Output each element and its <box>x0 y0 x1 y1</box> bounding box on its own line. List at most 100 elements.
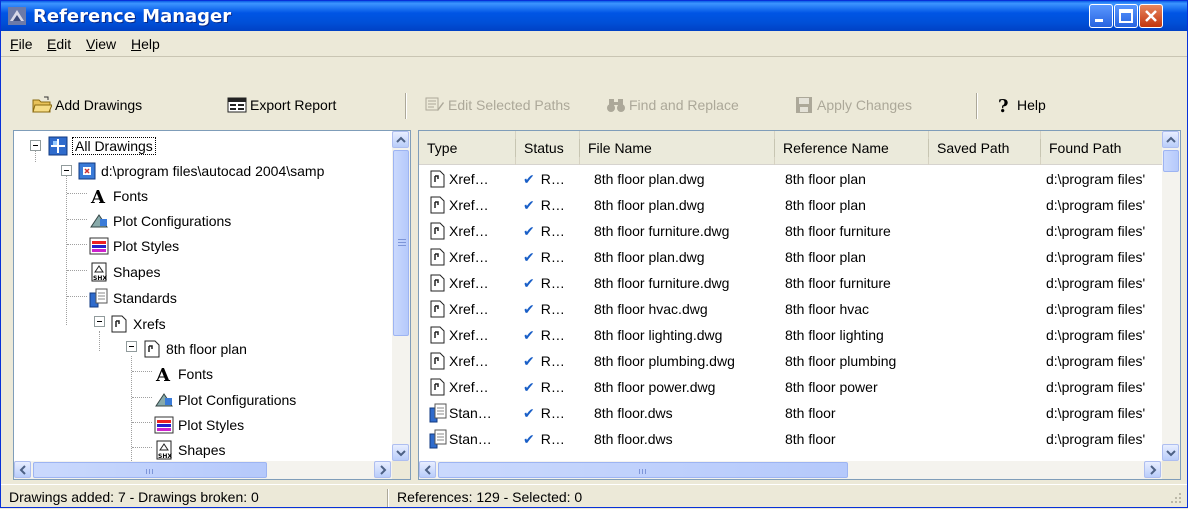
plot-styles-icon <box>154 416 174 433</box>
xref-icon <box>111 315 127 332</box>
pane-splitter[interactable] <box>411 130 418 480</box>
tree-item-plot-configurations[interactable]: Plot Configurations <box>89 208 231 233</box>
table-row[interactable]: Xref… ✔ R… 8th floor hvac.dwg 8th floor hvac… <box>419 296 1164 322</box>
tree-collapse-toggle[interactable] <box>126 341 137 352</box>
scroll-thumb[interactable] <box>33 462 267 478</box>
cell-file-name: 8th floor lighting.dwg <box>594 327 723 343</box>
scroll-down-button[interactable] <box>1162 444 1179 461</box>
menu-view[interactable]: View <box>86 36 116 52</box>
scroll-up-button[interactable] <box>392 131 409 148</box>
xref-icon <box>430 196 445 214</box>
status-bar: Drawings added: 7 - Drawings broken: 0 R… <box>1 484 1187 508</box>
drawings-tree[interactable]: All Drawings d:\program files\autocad 20… <box>13 130 411 480</box>
tree-collapse-toggle[interactable] <box>94 316 105 327</box>
help-button[interactable]: ? Help <box>994 93 1046 117</box>
column-header-status[interactable]: Status <box>516 131 580 165</box>
column-header-type[interactable]: Type <box>419 131 516 165</box>
tree-vertical-scrollbar[interactable] <box>392 131 410 461</box>
cell-file-name: 8th floor hvac.dwg <box>594 301 708 317</box>
tree-item-standards[interactable]: Standards <box>89 285 177 310</box>
scroll-left-button[interactable] <box>14 461 31 478</box>
tree-horizontal-scrollbar[interactable] <box>14 461 392 479</box>
scroll-thumb[interactable] <box>1163 150 1179 172</box>
font-icon: A <box>155 365 171 384</box>
tree-item-xref-plot-styles[interactable]: Plot Styles <box>154 412 244 437</box>
table-row[interactable]: Xref… ✔ R… 8th floor plumbing.dwg 8th floor … <box>419 348 1164 374</box>
menu-edit[interactable]: Edit <box>47 36 71 52</box>
tree-item-xrefs[interactable]: Xrefs <box>109 311 166 336</box>
table-row[interactable]: Xref… ✔ R… 8th floor plan.dwg 8th floor plan… <box>419 192 1164 218</box>
cell-status: ✔ R… <box>523 404 565 422</box>
scroll-down-button[interactable] <box>392 444 409 461</box>
apply-changes-button[interactable]: Apply Changes <box>794 93 912 117</box>
cell-type: Stan… <box>429 400 515 426</box>
cell-type: Xref… <box>429 270 515 296</box>
tree-connector <box>132 447 152 448</box>
tree-item-xref-plot-configurations[interactable]: Plot Configurations <box>154 387 296 412</box>
menu-file[interactable]: File <box>10 36 33 52</box>
cell-saved-path <box>937 400 1040 426</box>
minimize-button[interactable] <box>1089 4 1113 28</box>
scroll-thumb[interactable] <box>393 150 409 336</box>
column-header-found-path[interactable]: Found Path <box>1041 131 1166 165</box>
export-report-button[interactable]: Export Report <box>227 93 336 117</box>
scroll-left-button[interactable] <box>419 461 436 478</box>
tree-item-drawing[interactable]: d:\program files\autocad 2004\samp <box>77 158 324 183</box>
scroll-thumb[interactable] <box>438 462 848 478</box>
list-vertical-scrollbar[interactable] <box>1162 131 1180 461</box>
table-row[interactable]: Xref… ✔ R… 8th floor plan.dwg 8th floor plan… <box>419 166 1164 192</box>
tree-item-xref-8th-floor-plan[interactable]: 8th floor plan <box>142 336 247 361</box>
add-drawings-button[interactable]: Add Drawings <box>32 93 142 117</box>
edit-selected-paths-button[interactable]: Edit Selected Paths <box>425 93 570 117</box>
checkmark-icon: ✔ <box>523 326 535 343</box>
tree-item-xref-shapes[interactable]: SHX Shapes <box>154 437 225 462</box>
cell-file-name: 8th floor furniture.dwg <box>594 275 730 291</box>
references-list[interactable]: Type Status File Name Reference Name Sav… <box>418 130 1181 480</box>
chevron-left-icon <box>424 465 431 475</box>
scroll-thumb-grip <box>398 245 406 246</box>
tree-item-xref-fonts[interactable]: A Fonts <box>154 361 213 386</box>
resize-grip-icon[interactable] <box>1169 491 1183 505</box>
scrollbar-corner <box>1162 461 1180 479</box>
scroll-right-button[interactable] <box>374 461 391 478</box>
cell-found-path: d:\program files' <box>1046 171 1146 187</box>
scroll-up-button[interactable] <box>1162 131 1179 148</box>
cell-file-name: 8th floor plan.dwg <box>594 249 705 265</box>
tree-item-plot-styles[interactable]: Plot Styles <box>89 233 179 258</box>
scroll-right-button[interactable] <box>1144 461 1161 478</box>
tree-connector <box>67 219 87 220</box>
maximize-button[interactable] <box>1114 4 1138 28</box>
tree-item-fonts[interactable]: A Fonts <box>89 183 148 208</box>
find-and-replace-button[interactable]: Find and Replace <box>606 93 739 117</box>
table-row[interactable]: Xref… ✔ R… 8th floor furniture.dwg 8th floor… <box>419 270 1164 296</box>
title-bar[interactable]: Reference Manager <box>1 1 1187 31</box>
cell-reference-name: 8th floor furniture <box>785 223 891 239</box>
table-row[interactable]: Xref… ✔ R… 8th floor furniture.dwg 8th floor… <box>419 218 1164 244</box>
menu-help[interactable]: Help <box>131 36 160 52</box>
tree-item-shapes[interactable]: SHX Shapes <box>89 259 160 284</box>
scroll-thumb-grip <box>639 469 640 474</box>
cell-reference-name: 8th floor plan <box>785 197 866 213</box>
column-header-reference-name[interactable]: Reference Name <box>775 131 929 165</box>
tree-item-all-drawings[interactable]: All Drawings <box>48 133 156 158</box>
cell-status: ✔ R… <box>523 378 565 396</box>
checkmark-icon: ✔ <box>523 352 535 369</box>
table-row[interactable]: Stan… ✔ R… 8th floor.dws 8th floor d:\program… <box>419 426 1164 452</box>
status-separator <box>387 489 389 507</box>
tree-collapse-toggle[interactable] <box>30 140 41 151</box>
tree-collapse-toggle[interactable] <box>61 165 72 176</box>
drawing-file-icon <box>78 162 96 179</box>
list-horizontal-scrollbar[interactable] <box>419 461 1162 479</box>
table-row[interactable]: Stan… ✔ R… 8th floor.dws 8th floor d:\program… <box>419 400 1164 426</box>
scrollbar-corner <box>392 461 410 479</box>
tree-connector <box>66 165 67 325</box>
table-row[interactable]: Xref… ✔ R… 8th floor power.dwg 8th floor pow… <box>419 374 1164 400</box>
column-header-file-name[interactable]: File Name <box>580 131 775 165</box>
column-header-saved-path[interactable]: Saved Path <box>929 131 1041 165</box>
close-button[interactable] <box>1139 4 1163 28</box>
help-question-icon: ? <box>998 96 1009 114</box>
all-drawings-icon <box>48 136 68 155</box>
table-row[interactable]: Xref… ✔ R… 8th floor lighting.dwg 8th floor … <box>419 322 1164 348</box>
list-header: Type Status File Name Reference Name Sav… <box>419 131 1166 165</box>
table-row[interactable]: Xref… ✔ R… 8th floor plan.dwg 8th floor plan… <box>419 244 1164 270</box>
